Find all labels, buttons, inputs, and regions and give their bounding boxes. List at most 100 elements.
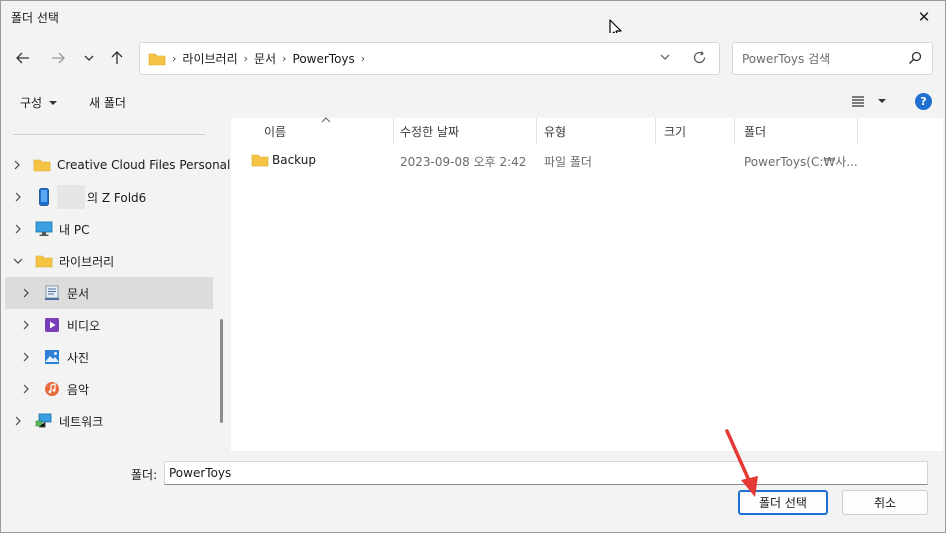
help-icon: ? (920, 95, 927, 108)
tree-item-pictures[interactable]: 사진 (1, 341, 213, 373)
expand-chevron-icon[interactable] (21, 320, 31, 330)
column-header-name[interactable]: 이름 (264, 118, 394, 144)
network-icon (35, 413, 53, 429)
picture-icon (43, 349, 61, 365)
file-list: 이름 수정한 날짜 유형 크기 폴더 Backup 2023-09-08 오후 … (231, 117, 943, 451)
monitor-icon (35, 221, 53, 237)
view-options-button[interactable] (851, 95, 887, 107)
dialog-footer: 폴더: 폴더 선택 취소 (1, 451, 945, 532)
folder-field-label: 폴더: (131, 468, 158, 482)
folder-icon (35, 253, 53, 269)
breadcrumb-separator: › (172, 52, 177, 65)
expand-chevron-icon[interactable] (21, 352, 31, 362)
recent-locations-button[interactable] (76, 45, 102, 71)
arrow-right-icon (52, 52, 65, 64)
close-button[interactable]: ✕ (901, 1, 945, 33)
column-divider[interactable] (536, 118, 537, 144)
tree-item-phone[interactable]: 의 Z Fold6 (1, 181, 213, 213)
details-view-icon (852, 96, 864, 107)
column-divider[interactable] (393, 118, 394, 144)
search-box[interactable] (732, 42, 933, 75)
folder-picker-dialog: 폴더 선택 ✕ › 라이브러리 › 문서 › PowerToys › Power… (0, 0, 946, 533)
folder-icon (148, 53, 166, 65)
caret-down-icon (878, 99, 886, 103)
tree-item-creative-cloud[interactable]: Creative Cloud Files Personal (1, 149, 230, 181)
forward-button[interactable] (45, 45, 71, 71)
breadcrumb-separator[interactable]: › (282, 52, 286, 65)
breadcrumb: › 라이브러리 › 문서 › PowerToys › (148, 43, 365, 74)
tree-item-label: 내 PC (59, 222, 90, 237)
video-icon (43, 317, 61, 333)
expand-chevron-icon[interactable] (13, 192, 23, 202)
breadcrumb-item-documents[interactable]: 문서 (254, 50, 276, 67)
navigation-pane-scrollbar[interactable] (220, 319, 223, 423)
expand-chevron-icon[interactable] (13, 160, 21, 170)
folder-icon (33, 157, 51, 173)
breadcrumb-separator[interactable]: › (361, 52, 365, 65)
tree-item-label: 비디오 (67, 318, 101, 333)
table-row[interactable]: Backup 2023-09-08 오후 2:42 파일 폴더 PowerToy… (231, 148, 943, 174)
select-folder-button[interactable]: 폴더 선택 (738, 490, 828, 515)
refresh-icon[interactable] (692, 50, 707, 65)
cancel-label: 취소 (873, 496, 897, 510)
column-header-size[interactable]: 크기 (664, 118, 734, 144)
address-history-dropdown-icon[interactable] (659, 51, 671, 63)
breadcrumb-item-powertoys[interactable]: PowerToys (293, 52, 355, 66)
command-bar: 구성 새 폴더 ? (1, 84, 945, 118)
tree-item-videos[interactable]: 비디오 (1, 309, 213, 341)
tree-item-label: Creative Cloud Files Personal (57, 158, 231, 172)
column-divider[interactable] (857, 118, 858, 144)
tree-item-label: 라이브러리 (59, 254, 115, 269)
tree-item-label: 사진 (67, 350, 90, 365)
tree-item-music[interactable]: 음악 (1, 373, 213, 405)
pane-divider (13, 134, 205, 135)
organize-menu-button[interactable]: 구성 (20, 94, 58, 111)
select-folder-label: 폴더 선택 (759, 496, 807, 510)
breadcrumb-item-library[interactable]: 라이브러리 (182, 50, 237, 67)
collapse-chevron-icon[interactable] (13, 257, 23, 265)
tree-item-library[interactable]: 라이브러리 (1, 245, 213, 277)
title-bar: 폴더 선택 ✕ (1, 1, 945, 33)
expand-chevron-icon[interactable] (13, 224, 23, 234)
expand-chevron-icon[interactable] (13, 416, 23, 426)
breadcrumb-separator[interactable]: › (244, 52, 248, 65)
close-icon: ✕ (917, 8, 931, 26)
window-title: 폴더 선택 (11, 11, 59, 25)
row-folder: PowerToys(C:₩사... (744, 155, 858, 169)
tree-item-label: 의 Z Fold6 (87, 190, 147, 205)
tree-item-label: 음악 (67, 382, 90, 397)
tree-item-network[interactable]: 네트워크 (1, 405, 213, 437)
navigation-pane: Creative Cloud Files Personal 의 Z Fold6 … (1, 118, 230, 451)
expand-chevron-icon[interactable] (21, 384, 31, 394)
help-button[interactable]: ? (915, 93, 932, 110)
search-input[interactable] (742, 49, 902, 69)
new-folder-label: 새 폴더 (89, 96, 126, 110)
expand-chevron-icon[interactable] (21, 288, 31, 298)
folder-name-input[interactable] (164, 461, 928, 485)
tree-item-label: 네트워크 (59, 414, 104, 429)
organize-label: 구성 (20, 96, 43, 110)
music-icon (43, 381, 61, 397)
address-bar[interactable]: › 라이브러리 › 문서 › PowerToys › (139, 42, 720, 75)
document-icon (43, 285, 61, 301)
column-header-folder[interactable]: 폴더 (744, 118, 854, 144)
cancel-button[interactable]: 취소 (842, 490, 928, 515)
row-modified: 2023-09-08 오후 2:42 (400, 155, 527, 169)
folder-icon (251, 153, 269, 170)
column-header-type[interactable]: 유형 (544, 118, 654, 144)
tree-item-label: 문서 (67, 286, 90, 301)
row-name: Backup (272, 153, 316, 167)
arrow-up-icon (111, 51, 123, 64)
column-divider[interactable] (734, 118, 735, 144)
column-header-modified[interactable]: 수정한 날짜 (400, 118, 535, 144)
phone-icon (35, 188, 53, 206)
up-button[interactable] (104, 45, 130, 71)
column-divider[interactable] (655, 118, 656, 144)
caret-down-icon (49, 100, 58, 105)
tree-item-documents[interactable]: 문서 (5, 277, 213, 309)
back-button[interactable] (10, 45, 36, 71)
redacted-device-name (57, 185, 85, 209)
search-icon[interactable] (908, 51, 922, 65)
new-folder-button[interactable]: 새 폴더 (89, 94, 126, 111)
tree-item-this-pc[interactable]: 내 PC (1, 213, 213, 245)
